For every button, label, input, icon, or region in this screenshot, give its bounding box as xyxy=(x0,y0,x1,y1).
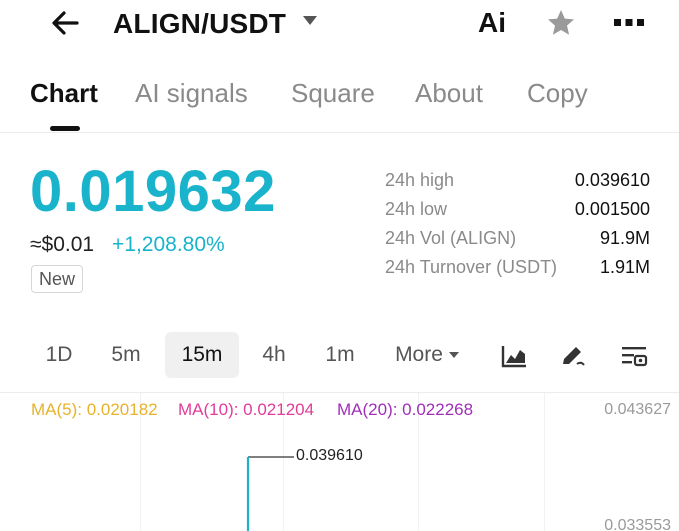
stat-row: 24h high 0.039610 xyxy=(385,170,650,199)
chevron-down-icon[interactable] xyxy=(302,14,318,26)
stat-label: 24h high xyxy=(385,170,455,190)
star-icon[interactable] xyxy=(546,8,576,38)
stat-row: 24h Turnover (USDT) 1.91M xyxy=(385,257,650,286)
interval-4h[interactable]: 4h xyxy=(248,332,300,378)
interval-selector: 1D 5m 15m 4h 1m More xyxy=(0,332,679,378)
tab-square[interactable]: Square xyxy=(291,78,375,109)
stat-value: 0.039610 xyxy=(574,170,650,190)
stat-value: 91.9M xyxy=(599,228,650,248)
price-change-percent: +1,208.80% xyxy=(112,233,225,256)
tab-ai-signals[interactable]: AI signals xyxy=(135,78,248,109)
stat-label: 24h Turnover (USDT) xyxy=(385,257,558,277)
price-chart[interactable]: MA(5): 0.020182 MA(10): 0.021204 MA(20):… xyxy=(0,393,679,531)
interval-1m[interactable]: 1m xyxy=(314,332,366,378)
drawing-tool-icon[interactable] xyxy=(559,342,587,370)
ai-icon[interactable]: Ai xyxy=(478,7,506,39)
tab-chart[interactable]: Chart xyxy=(30,78,98,109)
market-stats: 24h high 0.039610 24h low 0.001500 24h V… xyxy=(385,170,650,286)
last-price: 0.019632 xyxy=(30,159,276,224)
stat-row: 24h low 0.001500 xyxy=(385,199,650,228)
active-tab-indicator xyxy=(50,126,80,131)
interval-more-dropdown[interactable]: More xyxy=(384,332,470,378)
chart-type-icon[interactable] xyxy=(500,342,528,370)
caret-down-icon xyxy=(448,352,459,359)
stat-value: 0.001500 xyxy=(574,199,650,219)
tab-copy[interactable]: Copy xyxy=(527,78,588,109)
usd-equivalent: ≈$0.01 xyxy=(30,233,95,256)
trading-pair-title[interactable]: ALIGN/USDT xyxy=(113,8,286,40)
more-options-icon[interactable] xyxy=(612,13,646,33)
back-arrow-icon[interactable] xyxy=(50,8,80,38)
tab-about[interactable]: About xyxy=(415,78,483,109)
new-badge: New xyxy=(31,265,84,293)
stat-row: 24h Vol (ALIGN) 91.9M xyxy=(385,228,650,257)
stat-label: 24h Vol (ALIGN) xyxy=(385,228,517,248)
section-tabs: Chart AI signals Square About Copy xyxy=(0,78,679,132)
stat-label: 24h low xyxy=(385,199,448,219)
interval-more-label: More xyxy=(395,343,443,366)
interval-1d[interactable]: 1D xyxy=(33,332,85,378)
interval-5m[interactable]: 5m xyxy=(100,332,152,378)
high-price-label: 0.039610 xyxy=(296,447,363,464)
top-bar: ALIGN/USDT Ai xyxy=(0,0,679,50)
interval-15m[interactable]: 15m xyxy=(165,332,239,378)
divider xyxy=(0,132,679,133)
stat-value: 1.91M xyxy=(599,257,650,277)
indicator-settings-icon[interactable] xyxy=(620,342,648,370)
